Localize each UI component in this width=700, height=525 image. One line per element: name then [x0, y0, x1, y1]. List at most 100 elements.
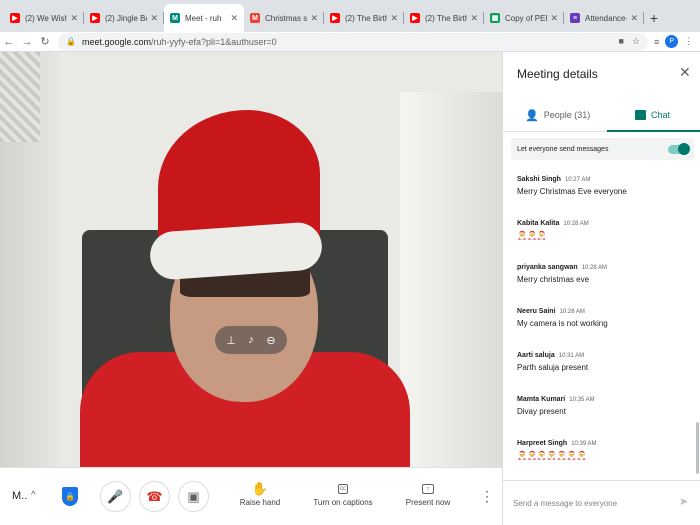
remove-icon[interactable]: ⊖ — [263, 334, 279, 347]
media-playlist-icon[interactable]: ≡ — [654, 37, 659, 47]
present-now-button[interactable]: ↑ Present now — [404, 480, 452, 507]
tab-close-icon[interactable]: ✕ — [310, 13, 318, 24]
browser-tab[interactable]: ≡ Attendance-Cl✕ — [564, 4, 644, 32]
tab-title: (2) The Birth of — [425, 13, 468, 23]
tab-title: Copy of PERIC — [505, 13, 547, 23]
reload-icon[interactable]: ↻ — [36, 35, 54, 48]
chat-timestamp: 10:27 AM — [564, 177, 591, 183]
chat-message-text: Divay present — [517, 407, 566, 416]
browser-menu-icon[interactable]: ⋮ — [684, 36, 693, 47]
send-icon[interactable]: ➤ — [679, 495, 688, 508]
tab-separator — [643, 12, 644, 24]
tab-close-icon[interactable]: ✕ — [150, 13, 158, 24]
close-icon[interactable]: ✕ — [679, 64, 691, 81]
bookmark-star-icon[interactable]: ☆ — [632, 36, 640, 47]
captions-icon: cc — [338, 484, 348, 494]
raise-hand-button[interactable]: ✋ Raise hand — [238, 480, 282, 507]
tab-close-icon[interactable]: ✕ — [630, 13, 638, 24]
chat-message-text: Merry christmas eve — [517, 275, 590, 284]
forward-icon[interactable]: → — [18, 36, 36, 48]
sheets-icon: ▦ — [490, 13, 500, 23]
tab-close-icon[interactable]: ✕ — [70, 13, 78, 24]
camera-toggle-button[interactable]: ▣ — [178, 481, 209, 512]
captions-button[interactable]: cc Turn on captions — [312, 480, 374, 507]
leave-call-button[interactable]: ☎ — [139, 481, 170, 512]
chat-message-header: Mamta Kumari 10:35 AM — [517, 396, 693, 403]
present-label: Present now — [405, 498, 451, 507]
tab-title: (2) We Wish Yo — [25, 13, 68, 23]
more-options-icon[interactable]: ⋮ — [480, 488, 494, 505]
browser-toolbar: ← → ↻ 🔒 meet.google.com/ruh-yyfy-efa?pli… — [0, 32, 700, 52]
forms-icon: ≡ — [570, 13, 580, 23]
security-shield-icon[interactable]: 🔒 — [62, 487, 78, 506]
chat-timestamp: 10:28 AM — [563, 221, 589, 227]
chat-sender-name: Aarti saluja — [517, 352, 555, 359]
tab-close-icon[interactable]: ✕ — [550, 13, 558, 24]
browser-tab[interactable]: M Meet - ruh ✕ — [164, 4, 244, 32]
tab-close-icon[interactable]: ✕ — [470, 13, 478, 24]
chat-message: Kabita Kalita 10:28 AM 🎅🎅🎅 — [503, 216, 693, 260]
toggle-knob — [678, 142, 690, 155]
address-bar[interactable]: 🔒 meet.google.com/ruh-yyfy-efa?pli=1&aut… — [58, 32, 648, 51]
send-messages-setting: Let everyone send messages — [511, 138, 694, 160]
meeting-controls-bar: M.. ^ 🔒 🎤 ☎ ▣ ✋ Raise hand cc Turn on ca… — [0, 467, 502, 525]
pin-icon[interactable]: ⊥ — [223, 334, 239, 347]
browser-tab[interactable]: ▶ (2) The Birth of✕ — [404, 4, 484, 32]
meeting-details-label[interactable]: M.. — [12, 490, 27, 502]
chat-message-text: Merry Christmas Eve everyone — [517, 187, 627, 196]
chat-message-text: 🎅🎅🎅🎅🎅🎅🎅 — [517, 451, 587, 460]
mic-icon[interactable]: ♪ — [243, 334, 259, 346]
lock-icon: 🔒 — [66, 37, 76, 46]
microphone-toggle-button[interactable]: 🎤 — [100, 481, 131, 512]
chat-sender-name: Sakshi Singh — [517, 176, 561, 183]
video-tile-controls: ⊥ ♪ ⊖ — [215, 326, 287, 354]
tab-title: Christmas sto — [265, 13, 308, 23]
send-messages-toggle[interactable] — [668, 142, 690, 155]
chat-message-header: Neeru Saini 10:28 AM — [517, 308, 693, 315]
chat-message: Harpreet Singh 10:39 AM 🎅🎅🎅🎅🎅🎅🎅 — [503, 436, 693, 474]
browser-tab[interactable]: ▶ (2) We Wish Yo✕ — [4, 4, 84, 32]
tab-people[interactable]: 👤 People (31) — [525, 98, 590, 132]
tab-chat[interactable]: Chat — [635, 98, 670, 132]
chat-message-header: Aarti saluja 10:31 AM — [517, 352, 693, 359]
chat-icon — [635, 110, 646, 120]
tab-title: Attendance-Cl — [585, 13, 628, 23]
chat-timestamp: 10:31 AM — [558, 353, 585, 359]
chat-message: Mamta Kumari 10:35 AM Divay present — [503, 392, 693, 436]
youtube-icon: ▶ — [90, 13, 100, 23]
chat-message-list: Sakshi Singh 10:27 AM Merry Christmas Eve … — [503, 172, 693, 474]
browser-tab[interactable]: M Christmas sto✕ — [244, 4, 324, 32]
tab-close-icon[interactable]: ✕ — [230, 13, 238, 24]
back-icon[interactable]: ← — [0, 36, 18, 48]
youtube-icon: ▶ — [10, 13, 20, 23]
tab-people-label: People (31) — [543, 110, 591, 120]
url-path: /ruh-yyfy-efa?pli=1&authuser=0 — [151, 36, 277, 47]
browser-tab[interactable]: ▶ (2) The Birth of✕ — [324, 4, 404, 32]
browser-tab[interactable]: ▦ Copy of PERIC✕ — [484, 4, 564, 32]
send-messages-label: Let everyone send messages — [517, 145, 609, 153]
chat-message-text: 🎅🎅🎅 — [517, 231, 547, 240]
chat-message-text: Parth saluja present — [517, 363, 589, 372]
tab-close-icon[interactable]: ✕ — [390, 13, 398, 24]
chat-timestamp: 10:35 AM — [569, 397, 595, 403]
browser-tab-strip: ▶(2) We Wish Yo✕▶(2) Jingle Bells✕MMeet … — [0, 0, 700, 32]
new-tab-button[interactable]: + — [644, 4, 664, 32]
tab-title: (2) The Birth of — [345, 13, 388, 23]
chat-message: Aarti saluja 10:31 AM Parth saluja present — [503, 348, 693, 392]
chat-message-header: Kabita Kalita 10:28 AM — [517, 220, 693, 227]
profile-avatar[interactable]: P — [665, 35, 679, 48]
tab-title: (2) Jingle Bells — [105, 13, 147, 23]
present-icon: ↑ — [422, 484, 434, 494]
chat-message-header: Harpreet Singh 10:39 AM — [517, 440, 693, 447]
browser-tab[interactable]: ▶ (2) Jingle Bells✕ — [84, 4, 164, 32]
chat-sender-name: Kabita Kalita — [517, 220, 560, 227]
chat-message: Neeru Saini 10:28 AM My camera is not work… — [503, 304, 693, 348]
camera-in-use-icon[interactable]: ■ — [618, 36, 623, 47]
chat-message-text: My camera is not working — [517, 319, 608, 328]
chat-sender-name: priyanka sangwan — [517, 264, 578, 271]
chat-message-input[interactable] — [513, 495, 673, 511]
chat-scrollbar[interactable] — [696, 422, 699, 474]
chevron-up-icon[interactable]: ^ — [31, 490, 36, 501]
hand-icon: ✋ — [251, 481, 269, 496]
panel-tabs: 👤 People (31) Chat — [503, 98, 700, 132]
